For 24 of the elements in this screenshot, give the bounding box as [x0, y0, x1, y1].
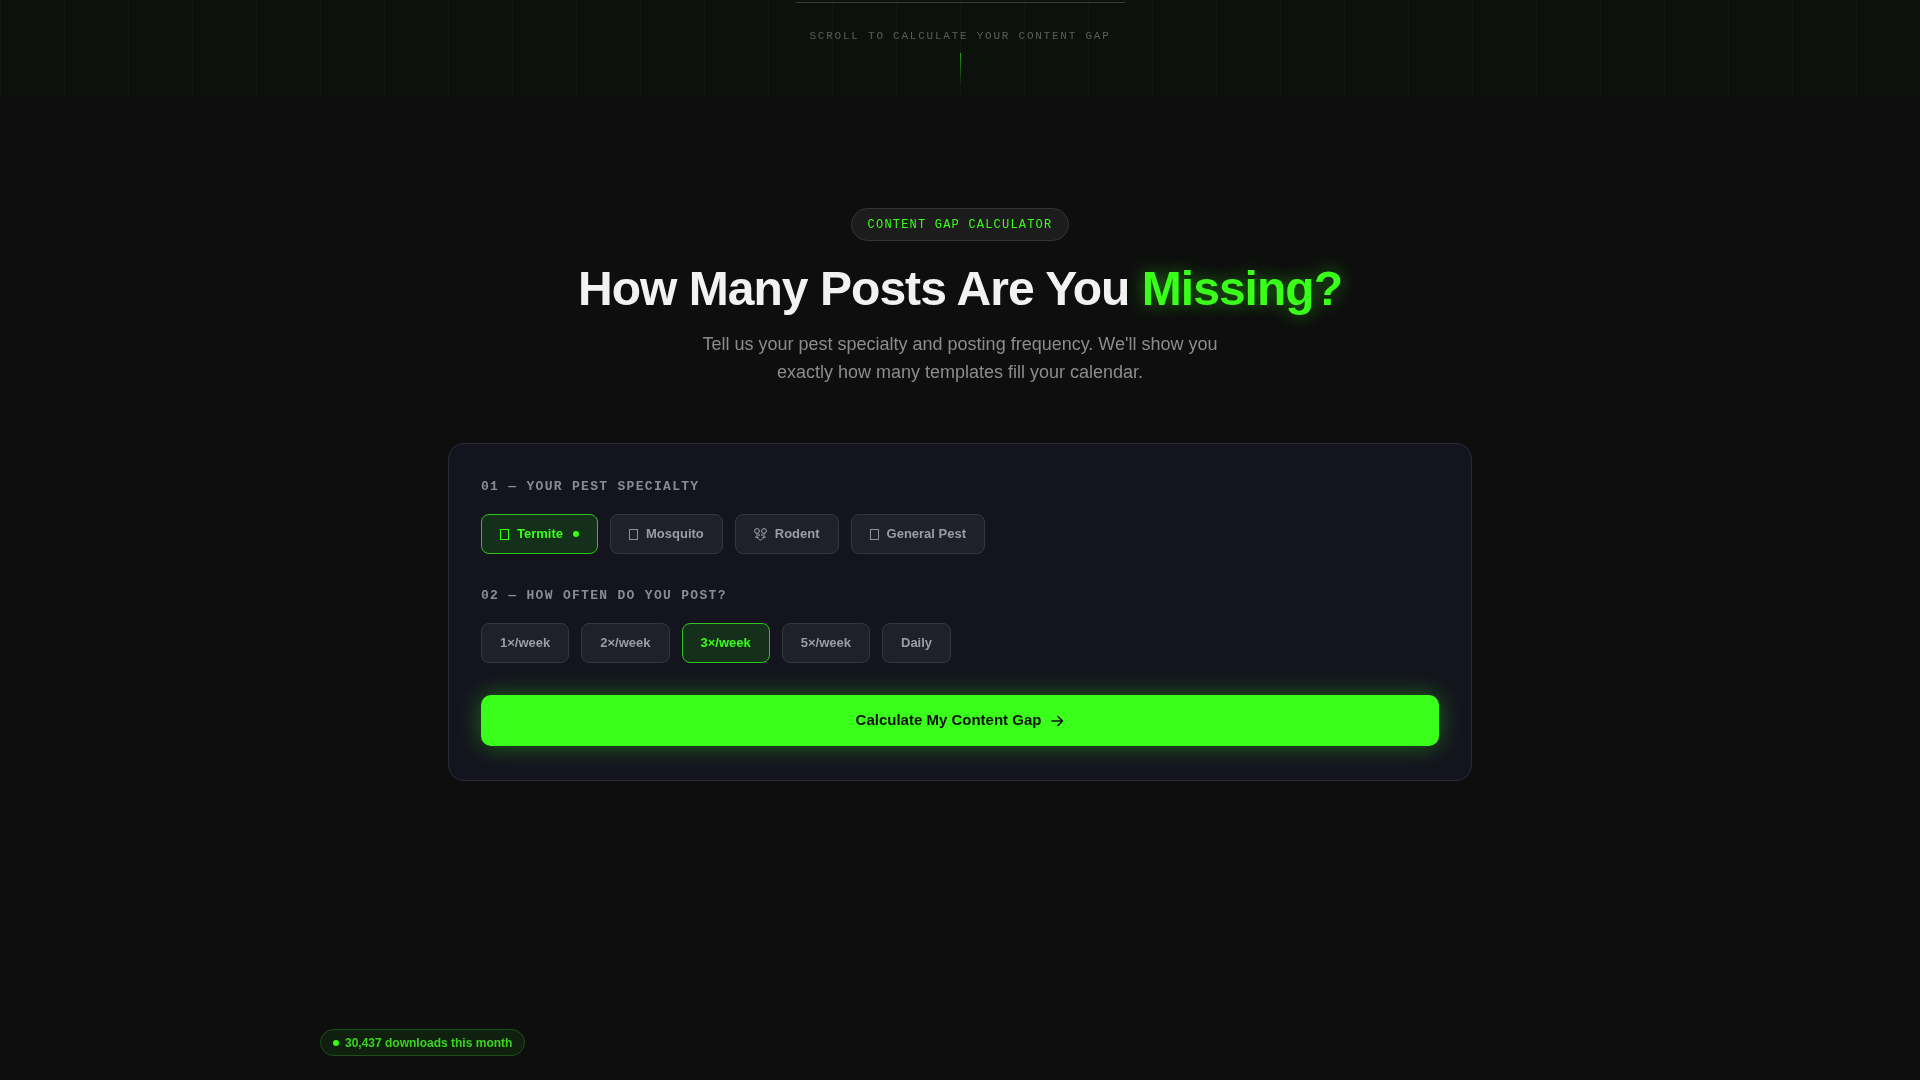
step-label: 02 — HOW OFTEN DO YOU POST? [481, 587, 728, 605]
section-badge: CONTENT GAP CALCULATOR [850, 208, 1070, 241]
option-button[interactable]: General Pest [850, 514, 986, 554]
page-title: How Many Posts Are You Missing? [577, 261, 1343, 317]
option-button[interactable]: Mosquito [610, 514, 723, 554]
square-icon [629, 528, 638, 540]
option-button[interactable]: Termite [481, 514, 598, 554]
calculate-button[interactable]: Calculate My Content Gap [481, 695, 1439, 746]
mouse-face-icon [753, 527, 767, 541]
dot-icon [573, 531, 579, 537]
step-label: 01 — YOUR PEST SPECIALTY [481, 478, 701, 496]
square-icon [869, 528, 879, 540]
page-subtitle: Tell us your pest specialty and posting frequency. We'll show you exactly how many templates fill your calendar. [701, 333, 1219, 384]
arrow-right-icon [1051, 714, 1065, 727]
dot-icon [333, 1039, 339, 1046]
downloads-badge: 30,437 downloads this month [320, 1029, 526, 1056]
option-button[interactable]: Daily [882, 623, 952, 663]
option-button[interactable]: 1×/week [481, 623, 570, 663]
square-icon [500, 528, 509, 540]
option-button[interactable]: 3×/week [681, 623, 770, 663]
option-button[interactable]: 2×/week [581, 623, 670, 663]
option-button[interactable]: 5×/week [781, 623, 870, 663]
scroll-hint: SCROLL TO CALCULATE YOUR CONTENT GAP [809, 31, 1111, 42]
option-button[interactable]: Rodent [734, 514, 839, 554]
